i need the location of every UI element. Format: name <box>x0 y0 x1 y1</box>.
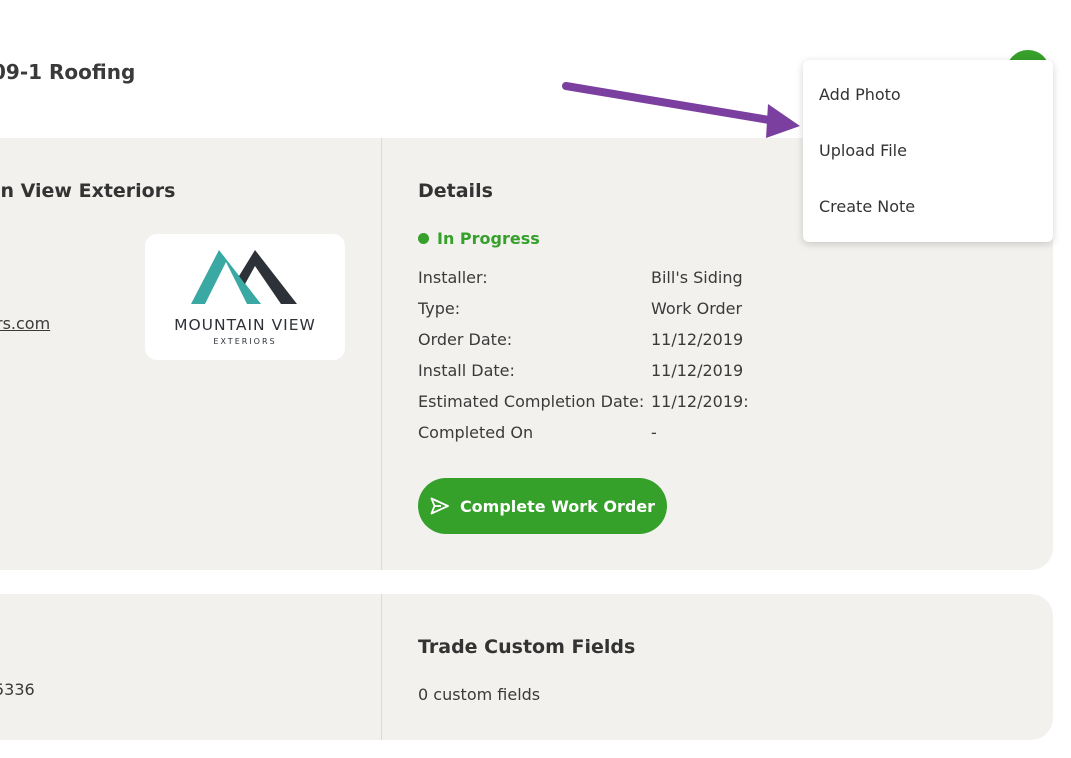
company-logo: MOUNTAIN VIEW EXTERIORS <box>145 234 345 360</box>
send-icon <box>430 497 449 515</box>
status-label: In Progress <box>437 229 540 248</box>
detail-value: 11/12/2019: <box>651 392 749 411</box>
company-name: in View Exteriors <box>0 180 176 202</box>
custom-fields-card <box>0 594 1053 740</box>
detail-label: Estimated Completion Date: <box>418 392 645 411</box>
page-title: 09-1 Roofing <box>0 60 136 84</box>
logo-subtitle: EXTERIORS <box>213 337 277 346</box>
detail-row-completed-on: Completed On - <box>418 423 657 442</box>
status-badge: In Progress <box>418 229 540 248</box>
details-title: Details <box>418 180 493 202</box>
trade-custom-fields-title: Trade Custom Fields <box>418 636 636 658</box>
annotation-arrow-icon <box>562 82 800 138</box>
detail-value: 11/12/2019 <box>651 361 744 380</box>
detail-label: Order Date: <box>418 330 513 349</box>
custom-fields-count: 0 custom fields <box>418 685 541 704</box>
complete-work-order-button[interactable]: Complete Work Order <box>418 478 667 534</box>
status-dot-icon <box>418 233 429 244</box>
contact-value: 5336 <box>0 680 35 699</box>
card-divider <box>381 138 382 570</box>
detail-row-order-date: Order Date: 11/12/2019 <box>418 330 743 349</box>
detail-label: Completed On <box>418 423 534 442</box>
mountain-logo-icon <box>191 250 297 304</box>
detail-value: Bill's Siding <box>651 268 743 287</box>
detail-label: Type: <box>418 299 461 318</box>
detail-label: Installer: <box>418 268 488 287</box>
detail-value: Work Order <box>651 299 743 318</box>
detail-row-type: Type: Work Order <box>418 299 742 318</box>
menu-item-create-note[interactable]: Create Note <box>819 197 915 216</box>
detail-row-installer: Installer: Bill's Siding <box>418 268 743 287</box>
detail-value: 11/12/2019 <box>651 330 744 349</box>
menu-item-upload-file[interactable]: Upload File <box>819 141 907 160</box>
detail-label: Install Date: <box>418 361 515 380</box>
detail-row-estimated-completion: Estimated Completion Date: 11/12/2019: <box>418 392 749 411</box>
detail-value: - <box>651 423 657 442</box>
complete-work-order-label: Complete Work Order <box>459 496 656 516</box>
menu-item-add-photo[interactable]: Add Photo <box>819 85 901 104</box>
card-divider <box>381 594 382 740</box>
actions-dropdown-menu: Add Photo Upload File Create Note <box>803 60 1053 242</box>
detail-row-install-date: Install Date: 11/12/2019 <box>418 361 743 380</box>
logo-title: MOUNTAIN VIEW <box>174 316 316 334</box>
company-website-link[interactable]: rs.com <box>0 314 50 333</box>
